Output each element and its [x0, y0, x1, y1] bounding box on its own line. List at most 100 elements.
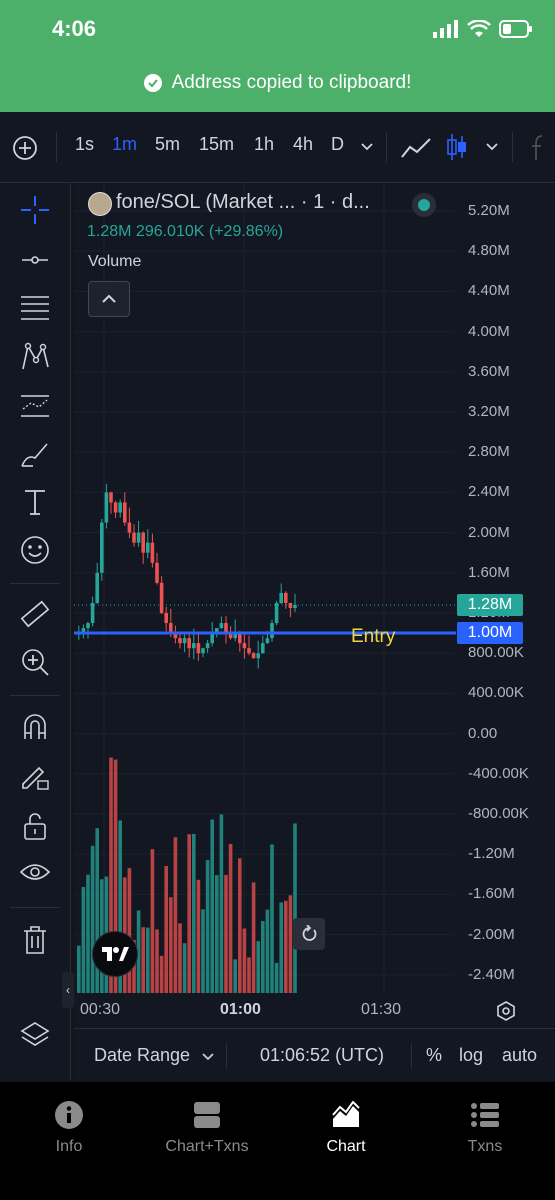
interval-1h[interactable]: 1h — [254, 134, 274, 155]
candle-body — [247, 648, 251, 654]
trend-line-icon[interactable] — [18, 243, 52, 277]
utc-clock[interactable]: 01:06:52 (UTC) — [260, 1045, 384, 1066]
candle-body — [210, 633, 214, 644]
log-scale-toggle[interactable]: log — [459, 1045, 483, 1066]
percent-scale-toggle[interactable]: % — [426, 1045, 442, 1066]
interval-5m[interactable]: 5m — [155, 134, 180, 155]
nav-txns[interactable]: Txns — [416, 1100, 554, 1156]
indicators-icon[interactable] — [530, 134, 555, 162]
magnet-icon[interactable] — [18, 710, 52, 744]
eye-icon[interactable] — [18, 857, 52, 891]
status-time: 4:06 — [52, 16, 97, 41]
candle-body — [150, 542, 155, 563]
price-axis-label: 4.80M — [468, 242, 510, 260]
text-icon[interactable] — [18, 485, 52, 519]
collapse-toolbar-handle[interactable]: ‹ — [62, 972, 74, 1008]
chevron-down-icon[interactable] — [485, 139, 499, 153]
wifi-icon — [467, 20, 491, 37]
candle-body — [113, 502, 118, 513]
candle-body — [90, 602, 95, 624]
interval-d[interactable]: D — [331, 134, 344, 155]
volume-bar — [242, 928, 247, 993]
volume-bar — [187, 834, 191, 993]
volume-bar — [293, 823, 297, 993]
lock-drawings-icon[interactable] — [18, 759, 52, 793]
chevron-down-icon[interactable] — [202, 1051, 214, 1061]
candle-body — [274, 602, 279, 624]
price-axis-label: -1.60M — [468, 885, 515, 903]
volume-bar — [155, 929, 159, 993]
price-chart[interactable] — [74, 183, 555, 993]
volume-bar — [238, 858, 242, 993]
reset-chart-button[interactable] — [293, 918, 325, 950]
interval-1s[interactable]: 1s — [75, 134, 94, 155]
price-axis-label: 400.00K — [468, 684, 524, 702]
interval-15m[interactable]: 15m — [199, 134, 234, 155]
volume-bar — [141, 927, 145, 993]
time-label: 00:30 — [80, 1001, 121, 1018]
chart-area-icon — [332, 1101, 360, 1127]
chart-footer: Date Range 01:06:52 (UTC) % log auto — [74, 1028, 555, 1081]
candlestick-icon[interactable] — [446, 132, 468, 162]
candle-body — [178, 638, 182, 644]
price-axis-label: 0.00 — [468, 724, 498, 742]
nav-chart[interactable]: Chart — [277, 1100, 415, 1156]
emoji-icon[interactable] — [18, 533, 52, 567]
nav-chart-txns[interactable]: Chart+Txns — [138, 1100, 276, 1156]
volume-bar — [228, 844, 233, 993]
time-label: 01:30 — [361, 1001, 402, 1018]
price-axis-label: -2.40M — [468, 965, 515, 983]
add-symbol-icon[interactable] — [12, 135, 38, 161]
date-range-button[interactable]: Date Range — [94, 1045, 190, 1066]
candle-body — [104, 492, 109, 523]
volume-bar — [219, 814, 224, 993]
crosshair-icon[interactable] — [18, 193, 52, 227]
list-icon — [471, 1103, 499, 1127]
trash-icon[interactable] — [18, 923, 52, 957]
time-axis[interactable]: 00:30 01:00 01:30 — [74, 993, 555, 1028]
status-bar: 4:06 Address copied to clipboard! — [0, 0, 555, 112]
price-axis-label: 2.00M — [468, 523, 510, 541]
volume-bar — [279, 902, 283, 993]
candle-body — [146, 542, 150, 553]
price-axis-label: 2.80M — [468, 443, 510, 461]
copy-toast: Address copied to clipboard! — [0, 72, 555, 94]
last-price-tag: 1.28M — [457, 594, 523, 616]
candle-body — [270, 623, 274, 639]
collapse-legend-button[interactable] — [88, 281, 130, 317]
chart-pane[interactable]: fone/SOL (Market ... · 1 · d... 1.28M 29… — [74, 183, 555, 993]
symbol-title[interactable]: fone/SOL (Market ... · 1 · d... — [116, 191, 370, 214]
fib-lines-icon[interactable] — [18, 291, 52, 325]
forecast-icon[interactable] — [18, 389, 52, 423]
candle-body — [261, 643, 265, 654]
reset-icon — [302, 925, 317, 941]
candle-body — [164, 613, 168, 624]
candle-body — [100, 522, 104, 573]
candle-body — [265, 638, 270, 644]
chevron-down-icon[interactable] — [360, 139, 374, 153]
legend-values: 1.28M 296.010K (+29.86%) — [87, 223, 284, 240]
candle-body — [192, 643, 196, 649]
chart-settings-icon[interactable] — [496, 1001, 516, 1021]
layers-icon[interactable] — [18, 1018, 52, 1052]
pattern-icon[interactable] — [18, 340, 52, 374]
candle-body — [279, 592, 283, 603]
price-axis-label: 3.20M — [468, 403, 510, 420]
price-axis-label: -400.00K — [468, 764, 529, 782]
volume-bar — [196, 879, 201, 993]
unlock-icon[interactable] — [18, 809, 52, 843]
auto-scale-toggle[interactable]: auto — [502, 1045, 537, 1066]
nav-info[interactable]: Info — [0, 1100, 138, 1156]
volume-bar — [270, 844, 274, 993]
zoom-in-icon[interactable] — [18, 645, 52, 679]
interval-4h[interactable]: 4h — [293, 134, 313, 155]
line-chart-icon[interactable] — [400, 137, 432, 159]
ruler-icon[interactable] — [18, 597, 52, 631]
tradingview-logo — [92, 931, 138, 977]
price-axis-label: 800.00K — [468, 644, 524, 662]
volume-bar — [210, 819, 214, 993]
nav-label: Chart+Txns — [165, 1138, 249, 1155]
brush-icon[interactable] — [18, 438, 52, 472]
battery-icon — [499, 20, 532, 38]
interval-1m[interactable]: 1m — [112, 134, 137, 155]
